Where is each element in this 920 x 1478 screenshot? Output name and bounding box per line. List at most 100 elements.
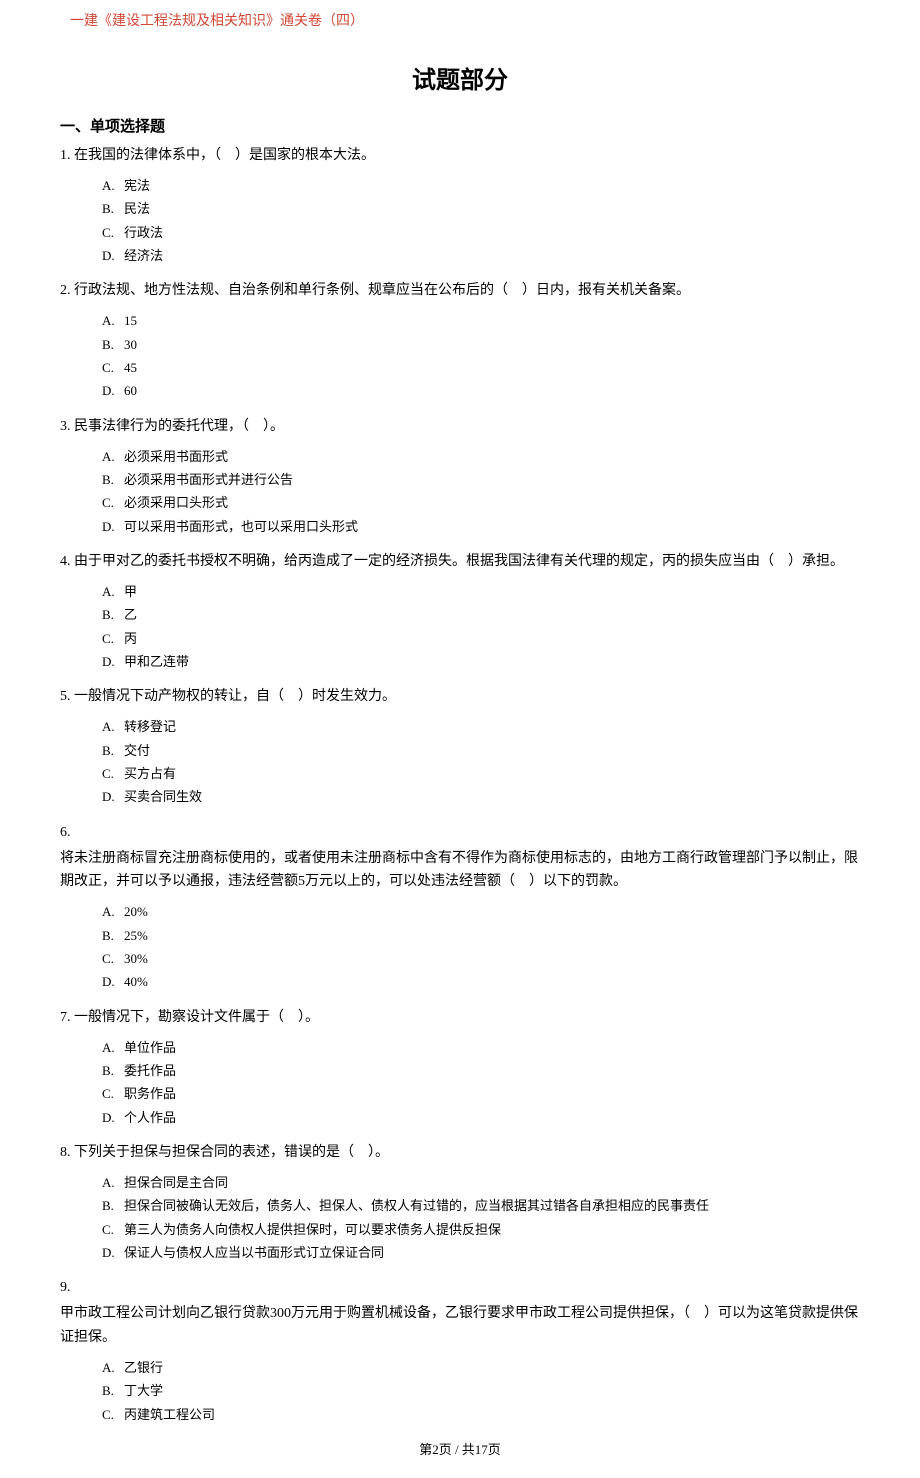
option-text: 15 bbox=[124, 313, 137, 328]
option-label: D. bbox=[102, 970, 124, 993]
option-label: A. bbox=[102, 445, 124, 468]
option-label: A. bbox=[102, 900, 124, 923]
option-item: B.民法 bbox=[102, 197, 860, 220]
option-text: 必须采用书面形式并进行公告 bbox=[124, 472, 293, 487]
question-item: 2. 行政法规、地方性法规、自治条例和单行条例、规章应当在公布后的（ ）日内，报… bbox=[60, 279, 860, 402]
question-number: 9. bbox=[60, 1276, 860, 1300]
option-item: A.甲 bbox=[102, 580, 860, 603]
option-text: 可以采用书面形式，也可以采用口头形式 bbox=[124, 519, 358, 534]
option-text: 保证人与债权人应当以书面形式订立保证合同 bbox=[124, 1245, 384, 1260]
option-text: 个人作品 bbox=[124, 1110, 176, 1125]
option-item: A.担保合同是主合同 bbox=[102, 1171, 860, 1194]
option-text: 25% bbox=[124, 928, 148, 943]
question-item: 6.将未注册商标冒充注册商标使用的，或者使用未注册商标中含有不得作为商标使用标志… bbox=[60, 821, 860, 994]
option-label: B. bbox=[102, 468, 124, 491]
option-text: 民法 bbox=[124, 201, 150, 216]
option-text: 60 bbox=[124, 383, 137, 398]
option-item: A.必须采用书面形式 bbox=[102, 445, 860, 468]
option-item: D.买卖合同生效 bbox=[102, 785, 860, 808]
options-list: A.必须采用书面形式B.必须采用书面形式并进行公告C.必须采用口头形式D.可以采… bbox=[60, 445, 860, 539]
document-header: 一建《建设工程法规及相关知识》通关卷（四） bbox=[70, 10, 860, 30]
option-item: D.60 bbox=[102, 379, 860, 402]
options-list: A.单位作品B.委托作品C.职务作品D.个人作品 bbox=[60, 1036, 860, 1130]
question-text: 3. 民事法律行为的委托代理，（ ）。 bbox=[60, 415, 860, 439]
option-label: D. bbox=[102, 1106, 124, 1129]
option-text: 行政法 bbox=[124, 225, 163, 240]
option-text: 经济法 bbox=[124, 248, 163, 263]
option-item: D.个人作品 bbox=[102, 1106, 860, 1129]
option-item: D.保证人与债权人应当以书面形式订立保证合同 bbox=[102, 1241, 860, 1264]
question-item: 5. 一般情况下动产物权的转让，自（ ）时发生效力。A.转移登记B.交付C.买方… bbox=[60, 685, 860, 808]
option-item: C.行政法 bbox=[102, 221, 860, 244]
option-label: D. bbox=[102, 379, 124, 402]
option-text: 丙建筑工程公司 bbox=[124, 1407, 215, 1422]
option-label: B. bbox=[102, 924, 124, 947]
option-text: 转移登记 bbox=[124, 719, 176, 734]
option-label: A. bbox=[102, 580, 124, 603]
option-text: 甲和乙连带 bbox=[124, 654, 189, 669]
option-text: 乙银行 bbox=[124, 1360, 163, 1375]
option-text: 20% bbox=[124, 904, 148, 919]
option-label: D. bbox=[102, 1241, 124, 1264]
option-item: D.经济法 bbox=[102, 244, 860, 267]
question-item: 4. 由于甲对乙的委托书授权不明确，给丙造成了一定的经济损失。根据我国法律有关代… bbox=[60, 550, 860, 673]
option-text: 45 bbox=[124, 360, 137, 375]
option-label: B. bbox=[102, 1059, 124, 1082]
option-text: 宪法 bbox=[124, 178, 150, 193]
option-text: 委托作品 bbox=[124, 1063, 176, 1078]
question-item: 7. 一般情况下，勘察设计文件属于（ ）。A.单位作品B.委托作品C.职务作品D… bbox=[60, 1006, 860, 1129]
option-item: C.30% bbox=[102, 947, 860, 970]
option-item: B.委托作品 bbox=[102, 1059, 860, 1082]
option-item: C.买方占有 bbox=[102, 762, 860, 785]
question-item: 9.甲市政工程公司计划向乙银行贷款300万元用于购置机械设备，乙银行要求甲市政工… bbox=[60, 1276, 860, 1426]
options-list: A.转移登记B.交付C.买方占有D.买卖合同生效 bbox=[60, 715, 860, 809]
option-label: B. bbox=[102, 739, 124, 762]
option-item: C.丙 bbox=[102, 627, 860, 650]
option-item: A.转移登记 bbox=[102, 715, 860, 738]
options-list: A.担保合同是主合同B.担保合同被确认无效后，债务人、担保人、债权人有过错的，应… bbox=[60, 1171, 860, 1265]
option-label: B. bbox=[102, 333, 124, 356]
question-text: 1. 在我国的法律体系中，（ ）是国家的根本大法。 bbox=[60, 144, 860, 168]
page-footer: 第2页 / 共17页 bbox=[0, 1439, 920, 1458]
option-item: A.宪法 bbox=[102, 174, 860, 197]
option-text: 职务作品 bbox=[124, 1086, 176, 1101]
option-label: C. bbox=[102, 356, 124, 379]
question-item: 1. 在我国的法律体系中，（ ）是国家的根本大法。A.宪法B.民法C.行政法D.… bbox=[60, 144, 860, 267]
question-text: 甲市政工程公司计划向乙银行贷款300万元用于购置机械设备，乙银行要求甲市政工程公… bbox=[60, 1302, 860, 1350]
option-item: B.30 bbox=[102, 333, 860, 356]
option-label: D. bbox=[102, 515, 124, 538]
option-item: B.丁大学 bbox=[102, 1379, 860, 1402]
option-item: A.乙银行 bbox=[102, 1356, 860, 1379]
option-text: 乙 bbox=[124, 607, 137, 622]
option-label: C. bbox=[102, 627, 124, 650]
option-item: B.交付 bbox=[102, 739, 860, 762]
option-label: D. bbox=[102, 650, 124, 673]
option-label: C. bbox=[102, 221, 124, 244]
option-text: 买方占有 bbox=[124, 766, 176, 781]
option-item: B.25% bbox=[102, 924, 860, 947]
option-item: D.可以采用书面形式，也可以采用口头形式 bbox=[102, 515, 860, 538]
option-text: 买卖合同生效 bbox=[124, 789, 202, 804]
option-label: C. bbox=[102, 762, 124, 785]
question-text: 将未注册商标冒充注册商标使用的，或者使用未注册商标中含有不得作为商标使用标志的，… bbox=[60, 847, 860, 895]
option-text: 30% bbox=[124, 951, 148, 966]
options-list: A.甲B.乙C.丙D.甲和乙连带 bbox=[60, 580, 860, 674]
section-heading: 一、单项选择题 bbox=[60, 115, 860, 136]
option-item: C.丙建筑工程公司 bbox=[102, 1403, 860, 1426]
option-item: C.第三人为债务人向债权人提供担保时，可以要求债务人提供反担保 bbox=[102, 1218, 860, 1241]
question-item: 8. 下列关于担保与担保合同的表述，错误的是（ ）。A.担保合同是主合同B.担保… bbox=[60, 1141, 860, 1264]
option-label: B. bbox=[102, 1194, 124, 1217]
question-text: 4. 由于甲对乙的委托书授权不明确，给丙造成了一定的经济损失。根据我国法律有关代… bbox=[60, 550, 860, 574]
options-list: A.宪法B.民法C.行政法D.经济法 bbox=[60, 174, 860, 268]
options-list: A.15B.30C.45D.60 bbox=[60, 309, 860, 403]
option-text: 丁大学 bbox=[124, 1383, 163, 1398]
option-item: B.乙 bbox=[102, 603, 860, 626]
option-label: C. bbox=[102, 947, 124, 970]
option-label: A. bbox=[102, 174, 124, 197]
option-label: C. bbox=[102, 1082, 124, 1105]
option-text: 必须采用书面形式 bbox=[124, 449, 228, 464]
options-list: A.乙银行B.丁大学C.丙建筑工程公司 bbox=[60, 1356, 860, 1426]
option-label: A. bbox=[102, 715, 124, 738]
option-text: 丙 bbox=[124, 631, 137, 646]
option-text: 必须采用口头形式 bbox=[124, 495, 228, 510]
